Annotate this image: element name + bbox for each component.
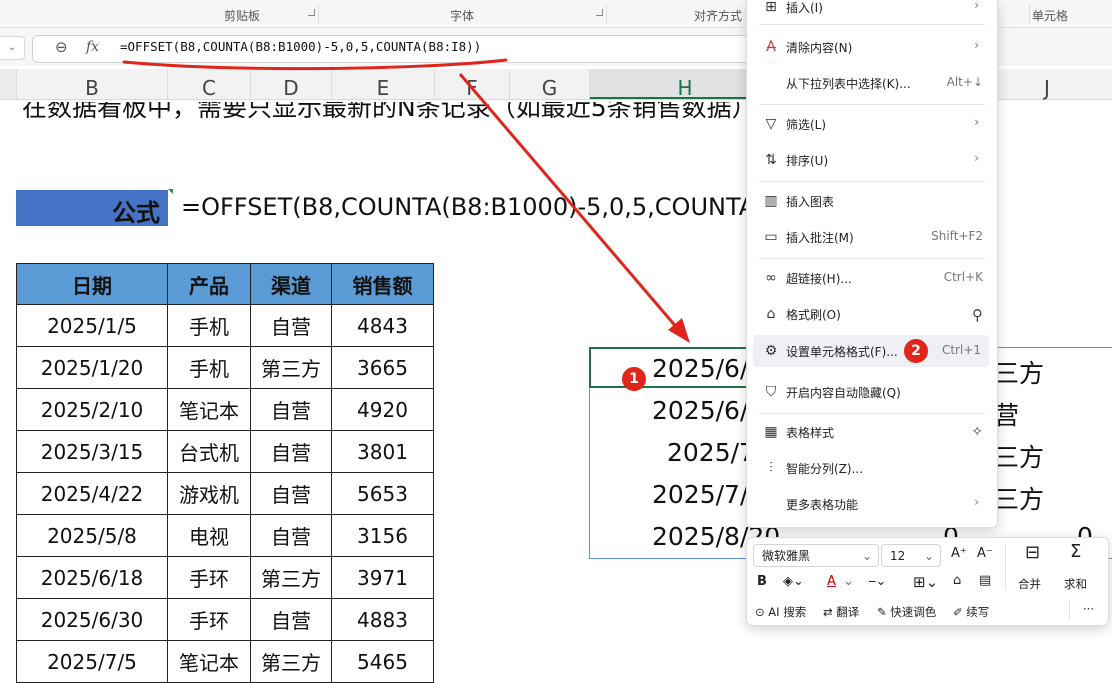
format-painter-icon[interactable]: ⌂ [953, 573, 961, 588]
menu-item-label: 插入批注(M) [786, 231, 854, 245]
step-badge-1: 1 [622, 367, 646, 391]
chevron-right-icon: › [974, 495, 979, 509]
border-icon[interactable]: ⊞⌄ [913, 573, 938, 591]
chart-icon: ▥ [764, 193, 778, 209]
menu-item-insert-chart[interactable]: ▥ 插入图表 [747, 185, 997, 217]
menu-divider [759, 24, 985, 25]
merge-button[interactable]: 合并 [1018, 576, 1041, 592]
eraser-icon: A̶ [766, 39, 776, 55]
toolbar-divider [1005, 544, 1006, 590]
chevron-right-icon: › [974, 0, 979, 12]
sum-icon[interactable]: Σ [1070, 541, 1081, 562]
table-format-icon[interactable]: ▤ [979, 573, 991, 588]
menu-divider [759, 104, 985, 105]
menu-item-clear-content[interactable]: A̶ 清除内容(N) › [747, 31, 997, 63]
menu-item-insert-comment[interactable]: ▭ 插入批注(M) Shift+F2 [747, 221, 997, 253]
menu-divider [759, 413, 985, 414]
chevron-right-icon: › [974, 38, 979, 52]
increase-font-icon[interactable]: A⁺ [951, 546, 967, 561]
menu-item-label: 排序(U) [786, 154, 829, 168]
split-icon: ⫶ [769, 460, 773, 476]
menu-item-label: 智能分列(Z)... [786, 462, 864, 476]
menu-item-sort[interactable]: ⇅ 排序(U) › [747, 144, 997, 176]
menu-item-pick-from-list[interactable]: 从下拉列表中选择(K)... Alt+↓ [747, 67, 997, 99]
sum-button[interactable]: 求和 [1064, 576, 1087, 592]
decrease-font-icon[interactable]: A⁻ [977, 546, 993, 561]
chevron-down-icon: ⌄ [861, 549, 872, 563]
menu-item-insert[interactable]: ⊞ 插入(I) › [747, 0, 997, 23]
ai-search-label: AI 搜索 [768, 605, 807, 619]
format-cells-icon: ⚙ [764, 343, 778, 359]
table-style-icon: ▦ [764, 424, 778, 440]
translate-label: 翻译 [836, 605, 860, 619]
menu-item-filter[interactable]: ▽ 筛选(L) › [747, 108, 997, 140]
underline-icon[interactable]: ⎯⌄ [869, 574, 886, 589]
fill-color-icon[interactable]: ◈⌄ [783, 574, 804, 589]
menu-item-hyperlink[interactable]: ∞ 超链接(H)... Ctrl+K [747, 262, 997, 294]
mini-toolbar: 微软雅黑 ⌄ 12 ⌄ A⁺ A⁻ ⊟ 合并 Σ 求和 B ◈⌄ A ⌄ ⎯⌄ ⊞⌄… [746, 537, 1109, 626]
chevron-down-icon[interactable]: ⌄ [843, 574, 854, 589]
menu-shortcut: Alt+↓ [946, 75, 983, 89]
menu-item-label: 清除内容(N) [786, 41, 853, 55]
menu-item-label: 开启内容自动隐藏(Q) [786, 386, 901, 400]
formula-underline [122, 58, 508, 71]
translate-button[interactable]: ⇄ 翻译 [823, 604, 859, 620]
font-color-icon[interactable]: A [827, 574, 836, 589]
menu-item-label: 插入(I) [786, 1, 823, 15]
menu-item-label: 格式刷(O) [786, 308, 841, 322]
menu-shortcut: Shift+F2 [931, 229, 983, 243]
menu-shortcut: Ctrl+K [943, 270, 983, 284]
quick-color-label: 快速调色 [890, 605, 937, 619]
menu-item-format-cells[interactable]: ⚙ 设置单元格格式(F)... Ctrl+1 [753, 335, 989, 367]
menu-item-smart-split[interactable]: ⫶ 智能分列(Z)... [747, 452, 997, 484]
font-size-dropdown[interactable]: 12 ⌄ [881, 544, 941, 567]
quick-color-button[interactable]: ✎ 快速调色 [877, 604, 936, 620]
continue-write-button[interactable]: ✐ 续写 [953, 604, 989, 620]
menu-item-label: 从下拉列表中选择(K)... [786, 77, 911, 91]
menu-item-label: 筛选(L) [786, 118, 827, 132]
menu-item-more-table-features[interactable]: 更多表格功能 › [747, 488, 997, 520]
font-family-value: 微软雅黑 [762, 549, 811, 563]
chevron-right-icon: › [974, 115, 979, 129]
menu-item-label: 插入图表 [786, 195, 835, 209]
step-badge-2: 2 [904, 339, 928, 363]
sort-icon: ⇅ [765, 152, 777, 168]
comment-icon: ▭ [764, 229, 778, 245]
continue-write-label: 续写 [966, 605, 990, 619]
menu-item-format-painter[interactable]: ⌂ 格式刷(O) ⚲ [747, 298, 997, 330]
insert-icon: ⊞ [765, 0, 777, 15]
link-icon: ∞ [765, 270, 777, 286]
magic-wand-icon[interactable]: ✧ [971, 424, 983, 440]
ai-search-button[interactable]: ⊙ AI 搜索 [755, 604, 806, 620]
chevron-down-icon: ⌄ [923, 549, 934, 563]
format-painter-icon: ⌂ [766, 306, 776, 322]
shield-icon: ⛉ [765, 384, 777, 400]
annotation-arrow [458, 73, 686, 337]
more-options-icon[interactable]: ··· [1083, 602, 1094, 616]
menu-divider [759, 181, 985, 182]
bold-icon[interactable]: B [757, 574, 767, 589]
brush-icon[interactable]: ⚲ [972, 306, 983, 324]
toolbar-divider [1069, 600, 1070, 620]
menu-item-label: 设置单元格格式(F)... [786, 345, 898, 359]
chevron-right-icon: › [974, 151, 979, 165]
menu-item-table-style[interactable]: ▦ 表格样式 ✧ [747, 416, 997, 448]
context-menu: ⊞ 插入(I) › A̶ 清除内容(N) › 从下拉列表中选择(K)... Al… [746, 0, 998, 528]
font-size-value: 12 [890, 549, 906, 563]
menu-divider [759, 258, 985, 259]
menu-item-label: 表格样式 [786, 426, 835, 440]
filter-icon: ▽ [765, 116, 777, 132]
menu-item-label: 超链接(H)... [786, 272, 852, 286]
menu-item-auto-hide[interactable]: ⛉ 开启内容自动隐藏(Q) [747, 376, 997, 408]
menu-shortcut: Ctrl+1 [941, 343, 981, 357]
menu-item-label: 更多表格功能 [786, 498, 859, 512]
font-family-dropdown[interactable]: 微软雅黑 ⌄ [753, 544, 879, 567]
merge-icon[interactable]: ⊟ [1025, 542, 1040, 563]
